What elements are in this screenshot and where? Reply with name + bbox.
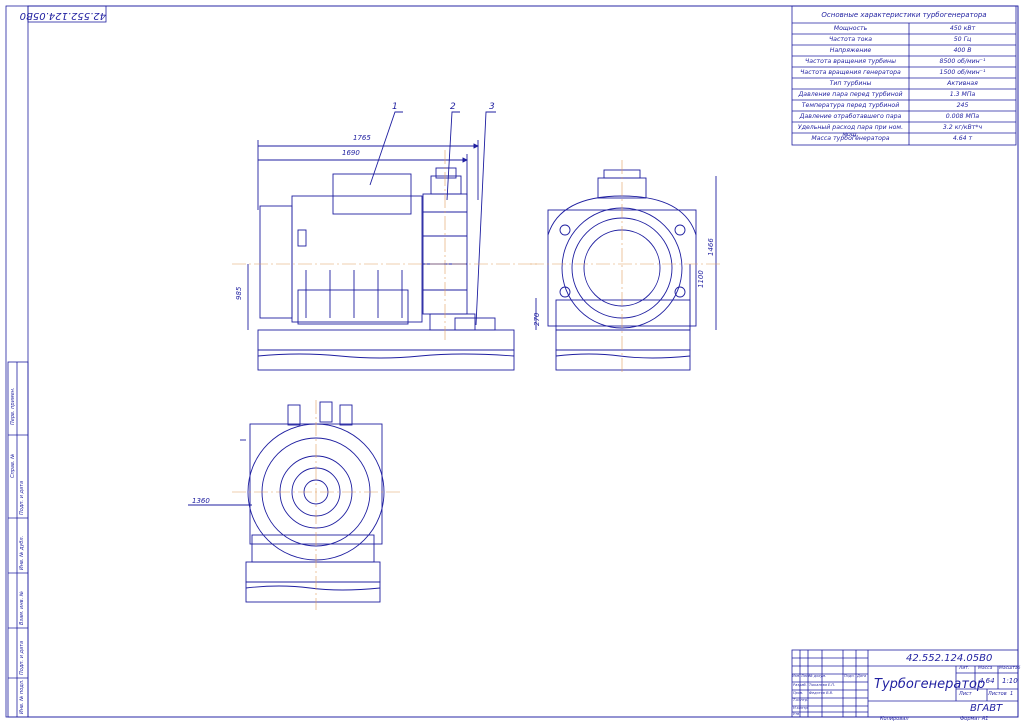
spec-row: Напряжение 400 В <box>792 45 1016 56</box>
stamp-podp-data-2: Подп. и дата <box>19 480 25 515</box>
spec-value: 3.2 кг/кВт*ч <box>942 123 983 131</box>
spec-name: Частота тока <box>828 35 873 43</box>
spec-value: 1.3 МПа <box>949 90 976 98</box>
spec-row: Температура перед турбиной 245 <box>792 100 1016 111</box>
col-header-izm: Изм. <box>792 674 801 678</box>
spec-value: 8500 об/мин⁻¹ <box>939 57 986 65</box>
dim-frame-length: 1690 <box>342 149 360 157</box>
scale-header: Масштаб <box>999 666 1021 671</box>
role-developer: Разраб. <box>793 683 807 687</box>
spec-name: Мощность <box>833 24 868 32</box>
spec-name: Частота вращения генератора <box>800 68 901 76</box>
spec-name: Тип турбины <box>829 79 872 87</box>
spec-value: 0.008 МПа <box>945 112 980 120</box>
dim-overall-length: 1765 <box>353 134 371 142</box>
name-checker: Федотов В.В. <box>809 691 834 695</box>
callout-2: 2 <box>450 102 456 112</box>
spec-name: Масса турбогенератора <box>811 134 890 142</box>
copied-label: Копировал <box>880 716 909 722</box>
mass-value: 4.64 <box>979 677 995 685</box>
plan-view <box>188 400 400 610</box>
spec-row: Частота тока 50 Гц <box>792 34 1016 45</box>
spec-name: Давление отработавшего пара <box>799 112 902 120</box>
sheets-label: Листов <box>988 691 1007 697</box>
sheet-label: Лист <box>959 691 972 697</box>
scale-value: 1:10 <box>1002 677 1018 685</box>
spec-row: Частота вращения турбины 8500 об/мин⁻¹ <box>792 56 1016 67</box>
stamp-podp-data-1: Подп. и дата <box>19 640 25 675</box>
spec-value: 400 В <box>953 46 972 54</box>
title-block-organization: ВГАВТ <box>970 703 1003 714</box>
dim-plan-width: 1360 <box>192 497 210 505</box>
letter-header: Лит. <box>959 666 970 671</box>
role-approved: Утв. <box>793 712 801 716</box>
stamp-perv-primen: Перв. примен. <box>10 387 16 425</box>
stamp-vzam-inv: Взам. инв. № <box>19 591 25 625</box>
spec-value: 50 Гц <box>953 35 972 43</box>
spec-row: Тип турбины Активная <box>792 78 1016 89</box>
document-code-rotated: 42.552.124.05В0 <box>19 10 106 21</box>
spec-value: 1500 об/мин⁻¹ <box>939 68 986 76</box>
stamp-inv-podl: Инв. № подл. <box>19 679 25 715</box>
col-header-date: Дата <box>857 674 867 678</box>
spec-value: 245 <box>956 101 969 109</box>
sheets-count: 1 <box>1010 691 1014 697</box>
specs-title: Основные характеристики турбогенератора <box>821 10 987 19</box>
spec-value: 450 кВт <box>949 24 976 32</box>
spec-value: Активная <box>947 79 978 87</box>
format-label: Формат А1 <box>960 716 989 722</box>
role-tcontrol: Т.контр. <box>793 698 809 702</box>
spec-name: Давление пара перед турбиной <box>798 90 903 98</box>
spec-row: Удельный расход пара при ном. мощ. 3.2 кг… <box>792 122 1016 138</box>
dim-shaft-height: 985 <box>235 286 243 300</box>
role-ncontrol: Н.контр. <box>793 706 809 710</box>
mass-header: Масса <box>978 666 993 671</box>
name-developer: Тюкалова Е.П. <box>809 683 836 687</box>
front-view <box>232 111 540 371</box>
title-block-title: Турбогенератор <box>874 677 986 692</box>
spec-row: Частота вращения генератора 1500 об/мин⁻¹ <box>792 67 1016 78</box>
dim-base-height: 270 <box>533 312 541 326</box>
callout-3: 3 <box>489 102 495 112</box>
col-header-doc: № докум. <box>809 674 827 678</box>
stamp-inv-dubl: Инв. № дубл. <box>19 535 25 570</box>
dim-total-height: 1466 <box>707 238 715 256</box>
spec-name: Температура перед турбиной <box>801 101 900 109</box>
title-block-code: 42.552.124.05В0 <box>906 653 993 664</box>
side-view <box>530 160 720 375</box>
spec-row: Давление пара перед турбиной 1.3 МПа <box>792 89 1016 100</box>
spec-value: 4.64 т <box>952 134 973 142</box>
drawing-sheet: 42.552.124.05В0 Основные характеристики … <box>0 0 1024 723</box>
spec-row: Мощность 450 кВт <box>792 23 1016 34</box>
dim-side-height: 1100 <box>697 270 705 288</box>
callout-1: 1 <box>392 102 398 112</box>
stamp-sprav: Справ. № <box>10 453 16 478</box>
spec-name: Напряжение <box>829 46 872 54</box>
spec-row: Масса турбогенератора 4.64 т <box>792 133 1016 144</box>
spec-row: Давление отработавшего пара 0.008 МПа <box>792 111 1016 122</box>
role-checker: Пров. <box>793 691 804 695</box>
spec-name: Частота вращения турбины <box>805 57 896 65</box>
col-header-sign: Подп. <box>844 674 855 678</box>
